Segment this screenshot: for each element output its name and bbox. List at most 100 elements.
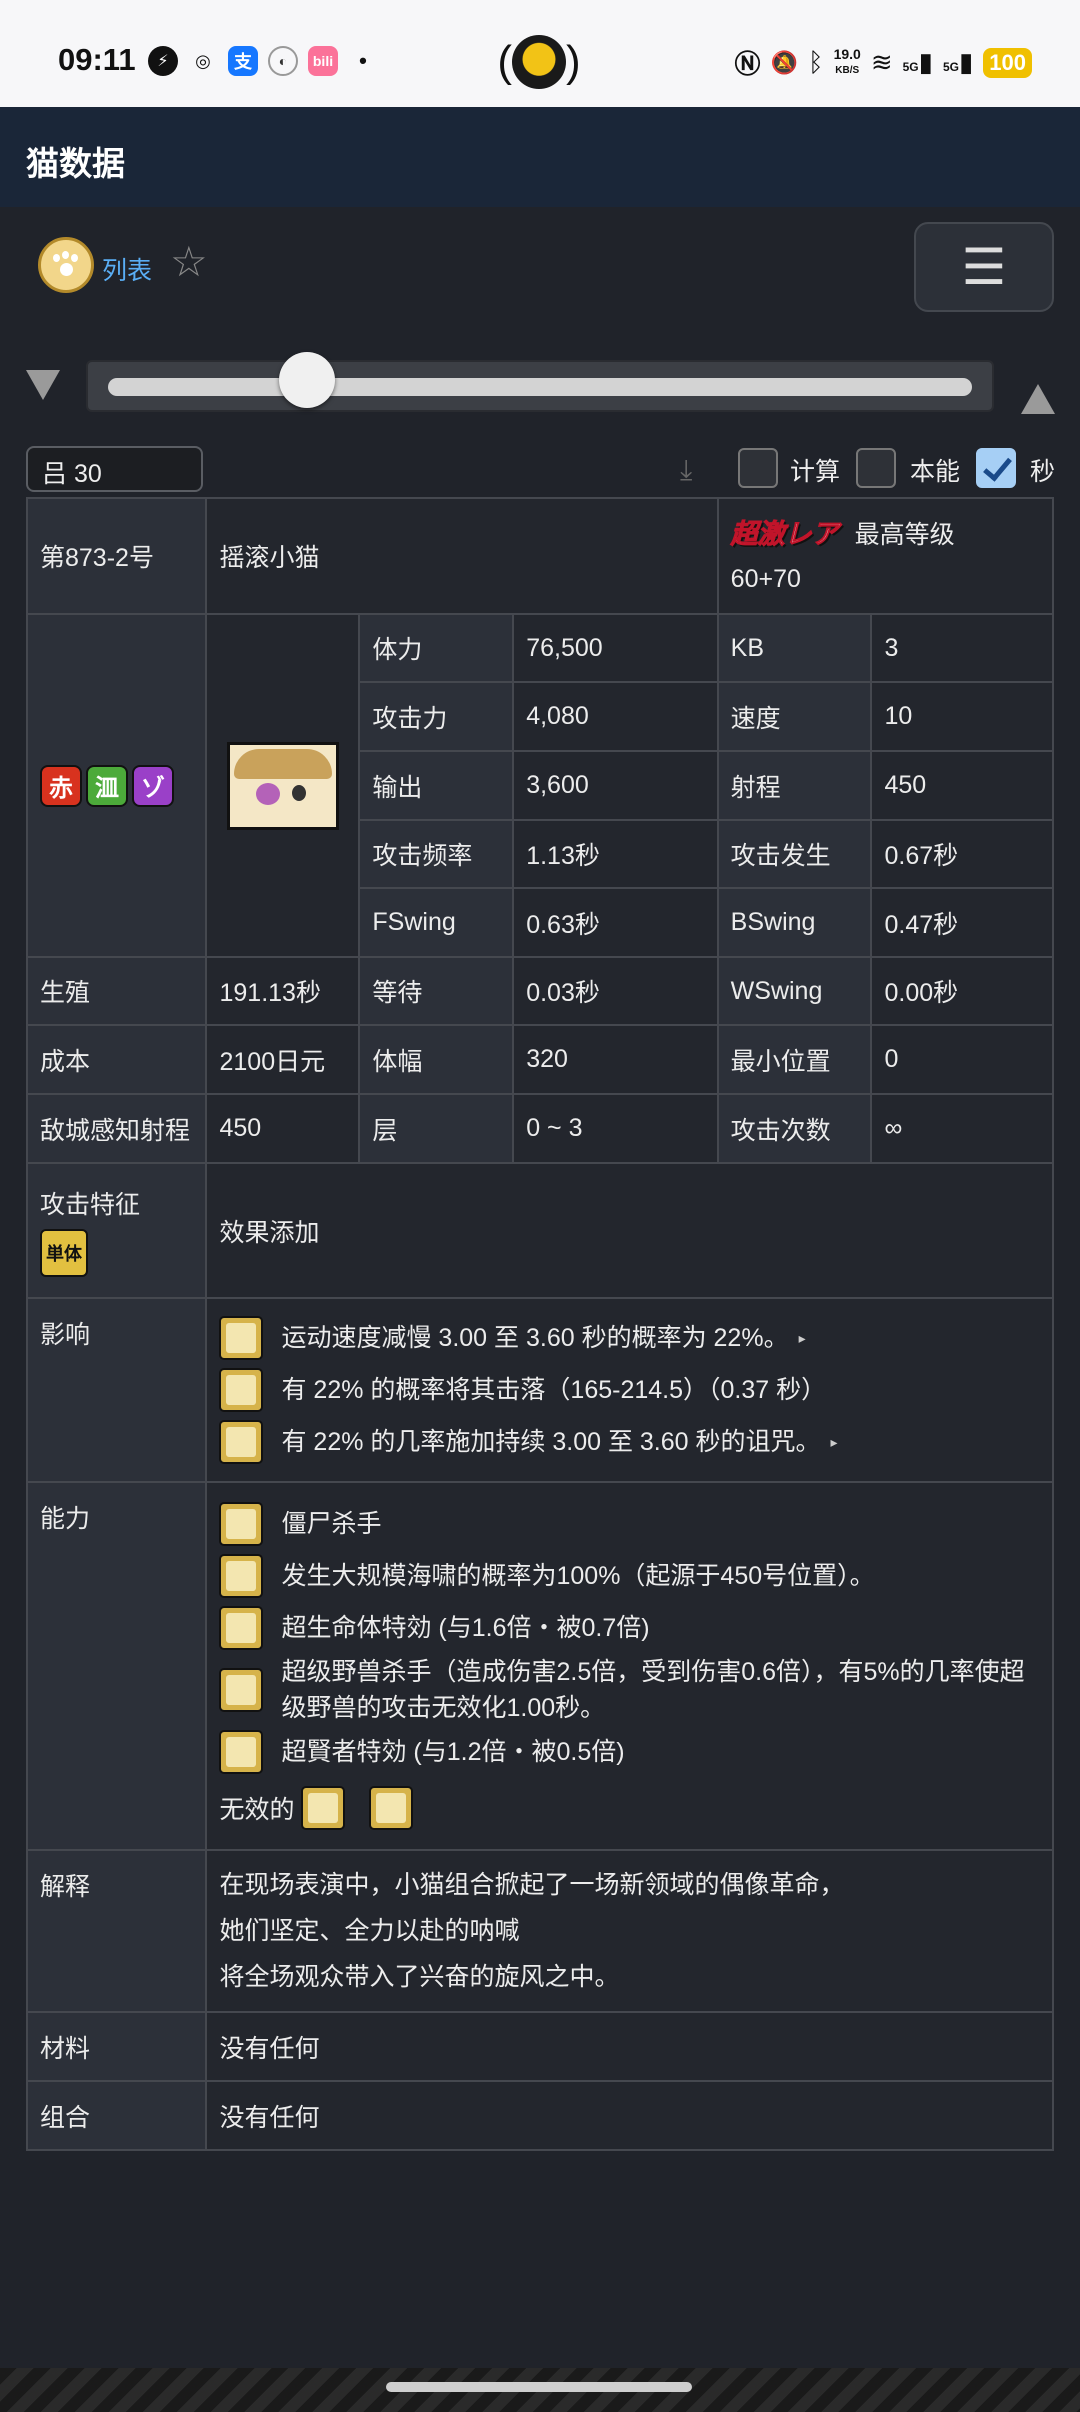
level-input[interactable]: 吕 30	[26, 446, 203, 492]
level-up-button[interactable]	[1021, 384, 1055, 414]
freq-value: 1.13秒	[512, 819, 719, 889]
immunities-row: 无效的	[219, 1782, 1040, 1834]
battery-indicator: 100	[983, 47, 1032, 78]
effect-text: 运动速度减慢 3.00 至 3.60 秒的概率为 22%。	[281, 1324, 789, 1352]
minpos-value: 0	[870, 1024, 1054, 1095]
immune-label: 无效的	[219, 1796, 295, 1824]
unit-id: 第873-2号	[25, 497, 208, 615]
slider-track	[108, 378, 972, 396]
knockback-icon	[219, 1368, 264, 1412]
messenger-icon: ⚡	[148, 46, 178, 76]
respawn-value: 191.13秒	[205, 956, 361, 1026]
description-line: 在现场表演中，小猫组合掀起了一场新领域的偶像革命，	[219, 1871, 845, 1899]
layer-label: 层	[358, 1093, 515, 1164]
expand-arrow-icon[interactable]: ▸	[831, 1434, 838, 1451]
respawn-label: 生殖	[25, 956, 208, 1026]
nfc-icon: Ⓝ	[734, 49, 761, 79]
wswing-label: WSwing	[716, 956, 873, 1026]
abilities-cell: 僵尸杀手发生大规模海啸的概率为100%（起源于450号位置）。超生命体特効 (与…	[205, 1481, 1054, 1851]
ability-item: 超生命体特効 (与1.6倍・被0.7倍)	[219, 1602, 1040, 1654]
cat-paw-icon[interactable]	[38, 237, 94, 293]
talent-label: 本能	[910, 458, 961, 486]
expand-arrow-icon[interactable]: ▸	[799, 1330, 806, 1347]
slider-thumb[interactable]	[278, 352, 335, 408]
abilities-list: 僵尸杀手发生大规模海啸的概率为100%（起源于450号位置）。超生命体特効 (与…	[219, 1498, 1040, 1778]
avatar-icon	[512, 35, 566, 89]
trait-icon-1: 㳑	[86, 764, 128, 807]
status-bar: 09:11 ⚡ ◎ 支 ◐ bili • () Ⓝ 🔕 ᛒ 19.0 KB/S ≋…	[0, 0, 1080, 107]
combo-label: 组合	[25, 2080, 208, 2151]
surge-icon	[219, 1554, 264, 1598]
behemoth-icon	[219, 1606, 264, 1650]
effect-item: 有 22% 的概率将其击落（165-214.5）（0.37 秒）	[219, 1364, 1040, 1416]
signal-icon-2: 5G▮	[942, 47, 974, 77]
favorite-star-icon[interactable]: ☆	[170, 241, 208, 283]
foreswing-value: 0.67秒	[870, 819, 1054, 889]
slow-icon	[219, 1316, 264, 1360]
trigger-value: 450	[205, 1093, 361, 1164]
mute-icon: 🔕	[770, 49, 798, 75]
talent-checkbox[interactable]	[856, 448, 896, 488]
net-speed: 19.0 KB/S	[833, 46, 861, 76]
atk-value: 4,080	[512, 681, 719, 752]
materials-label: 材料	[25, 2011, 208, 2082]
max-level-label: 最高等级	[854, 520, 955, 549]
ability-text: 僵尸杀手	[281, 1510, 382, 1538]
calc-checkbox[interactable]	[738, 448, 778, 488]
curse-icon	[219, 1420, 264, 1464]
wifi-icon: ≋	[870, 47, 893, 77]
level-down-button[interactable]	[26, 370, 60, 400]
atk-label: 攻击力	[358, 681, 515, 752]
download-icon[interactable]: ⤓	[680, 454, 706, 485]
trait-icon-2: ゾ	[132, 764, 174, 807]
description-line: 将全场观众带入了兴奋的旋风之中。	[219, 1963, 620, 1991]
rarity-badge: 超激レア	[730, 518, 839, 549]
list-link[interactable]: 列表	[102, 251, 152, 287]
abilities-label: 能力	[25, 1481, 208, 1851]
ability-item: 发生大规模海啸的概率为100%（起源于450号位置）。	[219, 1550, 1040, 1602]
ability-item: 超级野兽杀手（造成伤害2.5倍，受到伤害0.6倍），有5%的几率使超级野兽的攻击…	[219, 1654, 1040, 1726]
width-value: 320	[512, 1024, 719, 1095]
traits-cell: 赤㳑ゾ	[25, 613, 208, 958]
level-slider[interactable]	[86, 352, 994, 412]
no-curse-icon	[368, 1786, 413, 1830]
menu-button[interactable]: ☰	[914, 222, 1054, 312]
home-indicator[interactable]	[386, 2382, 692, 2392]
attack-type-label: 攻击特征	[40, 1190, 141, 1219]
zombie-killer-icon	[219, 1502, 264, 1546]
fswing-label: FSwing	[358, 887, 515, 958]
effect-item: 有 22% 的几率施加持续 3.00 至 3.60 秒的诅咒。 ▸	[219, 1416, 1040, 1468]
effect-item: 运动速度减慢 3.00 至 3.60 秒的概率为 22%。 ▸	[219, 1312, 1040, 1364]
wswing-value: 0.00秒	[870, 956, 1054, 1026]
effects-cell: 运动速度减慢 3.00 至 3.60 秒的概率为 22%。 ▸ 有 22% 的概率将…	[205, 1297, 1054, 1483]
ability-text: 超生命体特効 (与1.6倍・被0.7倍)	[281, 1614, 650, 1642]
seconds-label: 秒	[1030, 458, 1056, 486]
description-cell: 在现场表演中，小猫组合掀起了一场新领域的偶像革命， 她们坚定、全力以赴的呐喊 将全场…	[205, 1849, 1054, 2013]
effect-text: 有 22% 的概率将其击落（165-214.5）（0.37 秒）	[281, 1376, 827, 1404]
combo-value: 没有任何	[205, 2080, 1054, 2151]
unit-name: 摇滚小猫	[205, 497, 719, 615]
description-text: 在现场表演中，小猫组合掀起了一场新领域的偶像革命， 她们坚定、全力以赴的呐喊 将全场…	[219, 1862, 1040, 2000]
wait-label: 等待	[358, 956, 515, 1026]
bluetooth-icon: ᛒ	[807, 47, 824, 77]
single-target-icon: 単体	[40, 1228, 88, 1277]
ability-item: 超賢者特効 (与1.2倍・被0.5倍)	[219, 1726, 1040, 1778]
hits-label: 攻击次数	[716, 1093, 873, 1164]
seconds-checkbox[interactable]	[976, 448, 1016, 488]
foreswing-label: 攻击发生	[716, 819, 873, 889]
rarity-cell: 超激レア 最高等级 60+70	[716, 497, 1055, 615]
weibo-icon: ◎	[195, 50, 211, 71]
hp-label: 体力	[358, 613, 515, 683]
cost-label: 成本	[25, 1024, 208, 1095]
unit-portrait	[226, 741, 339, 830]
dps-value: 3,600	[512, 750, 719, 821]
no-slow-icon	[300, 1786, 345, 1830]
page-title: 猫数据	[26, 145, 125, 182]
colossus-slayer-icon	[219, 1668, 264, 1712]
materials-value: 没有任何	[205, 2011, 1054, 2082]
minpos-label: 最小位置	[716, 1024, 873, 1095]
speed-label: 速度	[716, 681, 873, 752]
immune-icons	[300, 1786, 431, 1830]
sage-slayer-icon	[219, 1730, 264, 1774]
effect-text: 有 22% 的几率施加持续 3.00 至 3.60 秒的诅咒。	[281, 1428, 821, 1456]
